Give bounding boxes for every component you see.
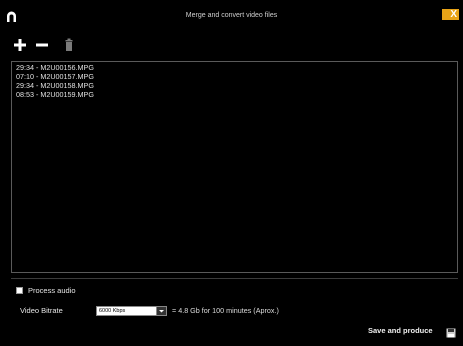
trash-icon	[65, 38, 73, 51]
add-file-button[interactable]	[14, 38, 26, 52]
process-audio-checkbox[interactable]	[16, 287, 23, 294]
process-audio-option[interactable]: Process audio	[16, 286, 136, 296]
size-estimate-text: = 4.8 Gb for 100 minutes (Aprox.)	[172, 306, 279, 315]
plus-icon	[14, 39, 26, 51]
video-bitrate-select[interactable]: 6000 Kbps	[96, 306, 167, 316]
list-item[interactable]: 29:34 - M2U00158.MPG	[16, 81, 94, 90]
file-toolbar	[12, 38, 92, 54]
save-and-produce-button[interactable]: Save and produce	[368, 326, 433, 336]
list-item[interactable]: 07:10 - M2U00157.MPG	[16, 72, 94, 81]
video-bitrate-label: Video Bitrate	[20, 306, 63, 315]
window-title: Merge and convert video files	[185, 12, 278, 19]
delete-all-button[interactable]	[65, 38, 73, 52]
chevron-down-icon[interactable]	[156, 307, 166, 315]
file-list[interactable]: 29:34 - M2U00156.MPG 07:10 - M2U00157.MP…	[11, 61, 458, 273]
divider	[11, 278, 458, 279]
merge-convert-window: Merge and convert video files X 29:34 - …	[0, 0, 463, 346]
remove-file-button[interactable]	[36, 38, 48, 52]
minus-icon	[36, 43, 48, 47]
list-item[interactable]: 08:53 - M2U00159.MPG	[16, 90, 94, 99]
floppy-disk-icon[interactable]	[446, 325, 456, 338]
title-bar: Merge and convert video files X	[0, 0, 463, 30]
process-audio-label: Process audio	[28, 286, 76, 295]
close-button[interactable]: X	[442, 9, 459, 20]
list-item[interactable]: 29:34 - M2U00156.MPG	[16, 63, 94, 72]
bitrate-selected-value: 6000 Kbps	[99, 308, 126, 314]
